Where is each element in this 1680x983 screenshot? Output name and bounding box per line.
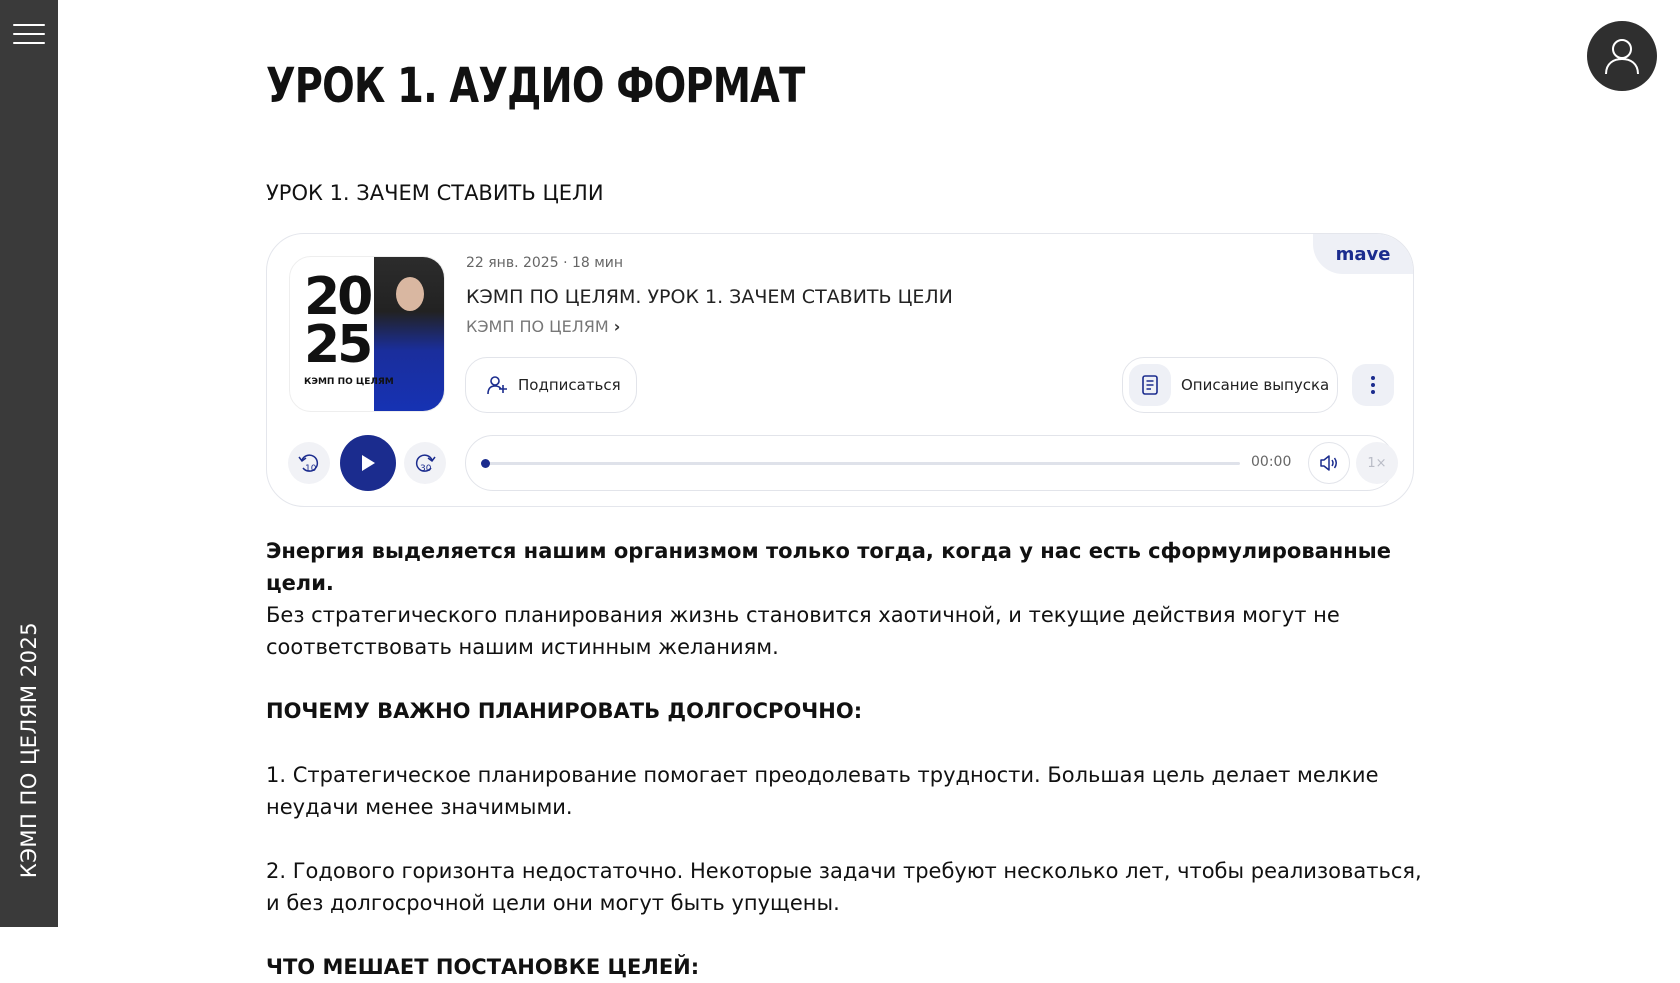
section-heading-obstacles: ЧТО МЕШАЕТ ПОСТАНОВКЕ ЦЕЛЕЙ:: [266, 955, 700, 979]
play-icon: [362, 455, 375, 471]
section-heading-long-term: ПОЧЕМУ ВАЖНО ПЛАНИРОВАТЬ ДОЛГОСРОЧНО:: [266, 699, 863, 723]
skip-back-button[interactable]: 10: [288, 442, 330, 484]
add-user-icon: [487, 376, 507, 395]
episode-title: КЭМП ПО ЦЕЛЯМ. УРОК 1. ЗАЧЕМ СТАВИТЬ ЦЕЛ…: [466, 286, 953, 308]
list-item: 2. Годового горизонта недостаточно. Неко…: [266, 859, 1422, 915]
page-title: УРОК 1. АУДИО ФОРМАТ: [266, 58, 805, 114]
episode-cover-image: 20 25 КЭМП ПО ЦЕЛЯМ: [289, 256, 445, 412]
user-profile-button[interactable]: [1587, 21, 1657, 91]
skip-forward-label: 30: [420, 464, 432, 474]
forward-30-icon: 30: [415, 454, 436, 474]
document-icon: [1129, 364, 1171, 406]
rewind-10-icon: 10: [298, 454, 319, 474]
cover-year-bottom: 25: [304, 315, 373, 375]
volume-button[interactable]: [1308, 442, 1350, 484]
more-vertical-icon: [1371, 376, 1375, 394]
intro-text: Без стратегического планирования жизнь с…: [266, 603, 1340, 659]
skip-back-label: 10: [305, 464, 317, 474]
audio-player: mave 20 25 КЭМП ПО ЦЕЛЯМ 22 янв. 2025 · …: [266, 233, 1414, 507]
description-label: Описание выпуска: [1181, 376, 1330, 394]
progress-slider[interactable]: [481, 459, 1240, 468]
mave-logo[interactable]: mave: [1313, 234, 1413, 274]
lesson-subtitle: УРОК 1. ЗАЧЕМ СТАВИТЬ ЦЕЛИ: [266, 181, 604, 205]
user-icon: [1605, 39, 1639, 75]
episode-meta: 22 янв. 2025 · 18 мин: [466, 255, 624, 271]
episode-description-button[interactable]: Описание выпуска: [1122, 357, 1338, 413]
lesson-content: Энергия выделяется нашим организмом толь…: [266, 535, 1426, 983]
skip-forward-button[interactable]: 30: [404, 442, 446, 484]
volume-icon: [1320, 455, 1337, 471]
more-options-button[interactable]: [1352, 364, 1394, 406]
subscribe-label: Подписаться: [518, 376, 621, 394]
cover-caption: КЭМП ПО ЦЕЛЯМ: [304, 377, 394, 387]
list-item: 1. Стратегическое планирование помогает …: [266, 763, 1379, 819]
hamburger-menu-icon[interactable]: [13, 22, 45, 46]
intro-paragraph: Энергия выделяется нашим организмом толь…: [266, 535, 1426, 663]
chevron-right-icon: ›: [613, 317, 621, 336]
sidebar: КЭМП ПО ЦЕЛЯМ 2025: [0, 0, 58, 927]
sidebar-vertical-title: КЭМП ПО ЦЕЛЯМ 2025: [17, 621, 41, 879]
playback-bar: 00:00 1×: [465, 435, 1398, 491]
progress-thumb[interactable]: [481, 459, 490, 468]
podcast-link[interactable]: КЭМП ПО ЦЕЛЯМ ›: [466, 317, 620, 336]
current-time: 00:00: [1251, 454, 1292, 470]
subscribe-button[interactable]: Подписаться: [465, 357, 637, 413]
intro-bold: Энергия выделяется нашим организмом толь…: [266, 539, 1392, 595]
play-button[interactable]: [340, 435, 396, 491]
playback-speed-button[interactable]: 1×: [1356, 442, 1398, 484]
podcast-name: КЭМП ПО ЦЕЛЯМ: [466, 317, 609, 336]
